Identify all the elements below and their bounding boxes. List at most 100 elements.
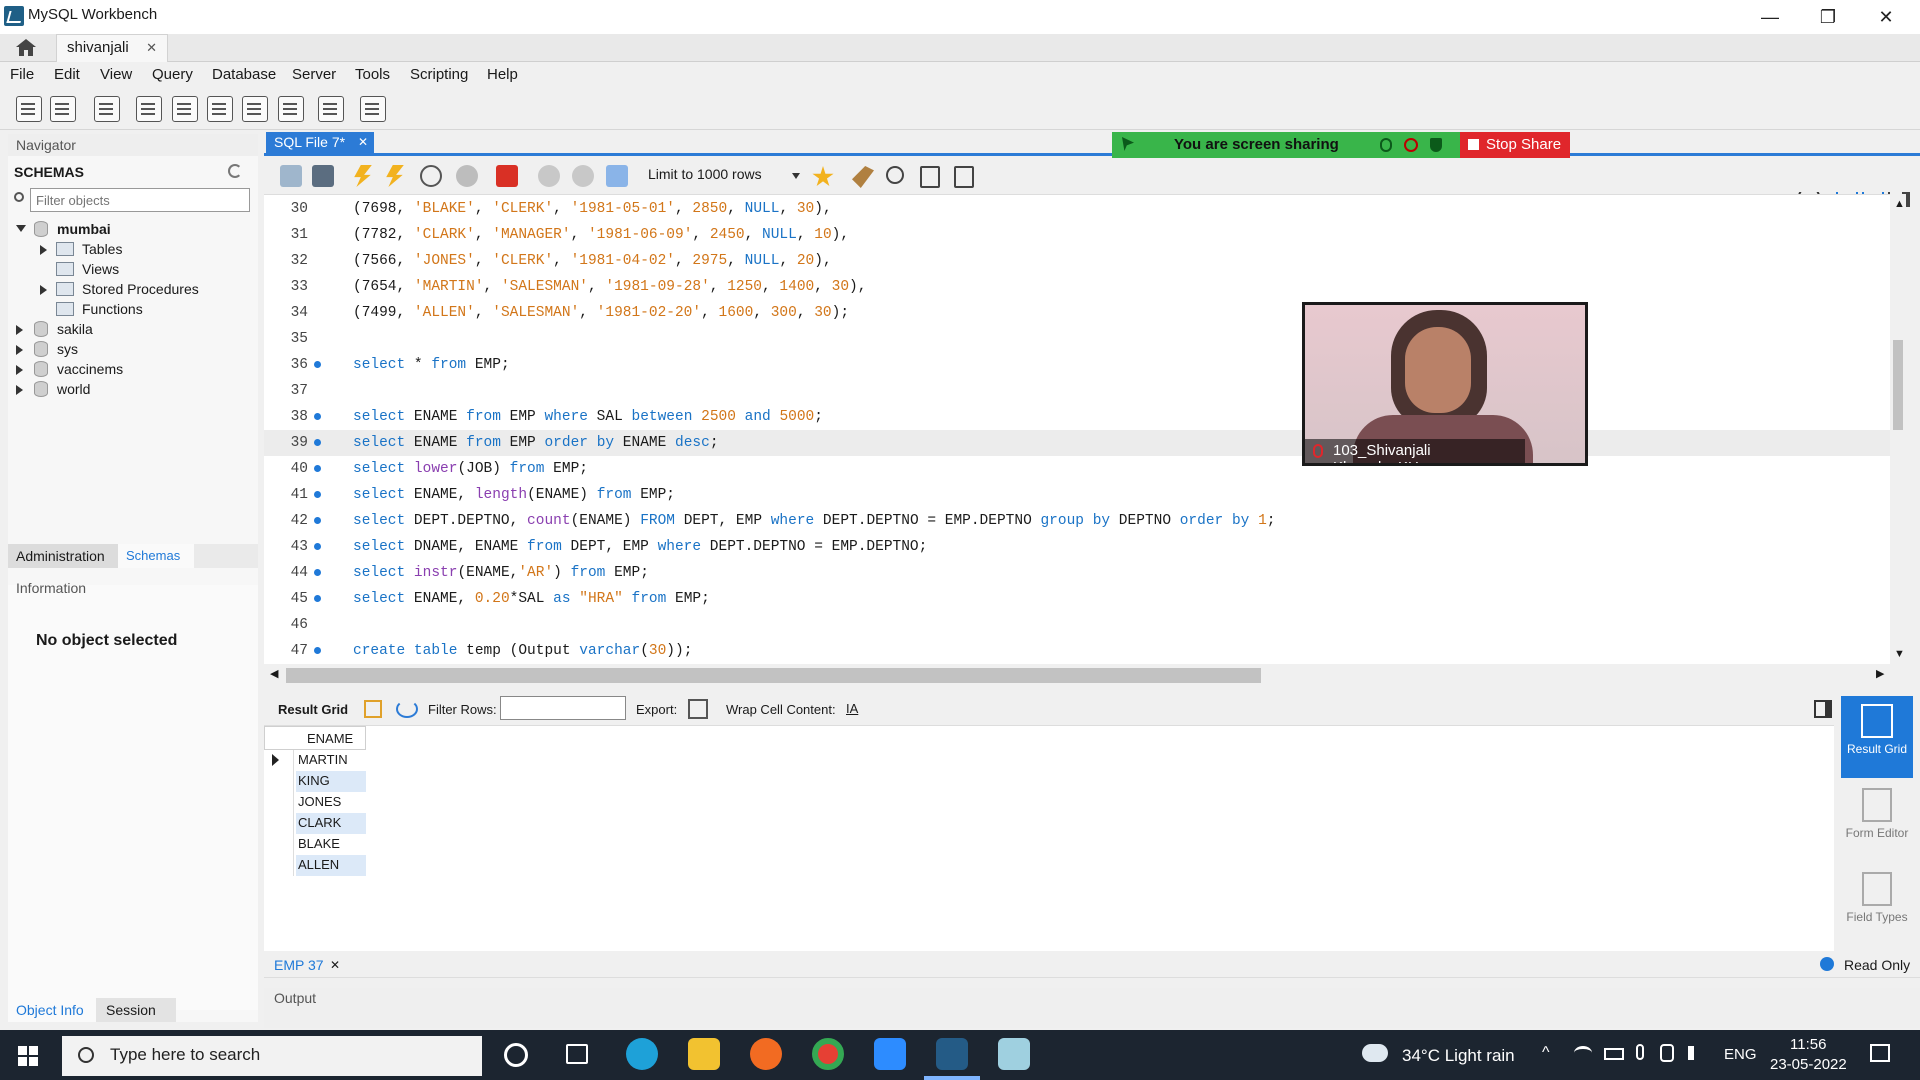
filter-objects-input[interactable] [30, 188, 250, 212]
notepad-icon[interactable] [998, 1038, 1030, 1070]
connection-tab[interactable]: shivanjali ✕ [56, 34, 168, 62]
microphone-icon[interactable] [1636, 1044, 1644, 1060]
editor-horizontal-scroll-thumb[interactable] [286, 668, 1261, 683]
tree-stored-procedures[interactable]: Stored Procedures [82, 281, 199, 297]
form-editor-button[interactable]: Form Editor [1841, 784, 1913, 866]
code-line[interactable]: 43 select DNAME, ENAME from DEPT, EMP whe… [264, 534, 1896, 560]
zoom-icon[interactable] [874, 1038, 906, 1070]
chevron-up-icon[interactable]: ^ [1542, 1044, 1550, 1062]
grid-cell[interactable]: KING [296, 771, 366, 792]
code-line[interactable]: 44 select instr(ENAME,'AR') from EMP; [264, 560, 1896, 586]
grid-cell[interactable]: MARTIN [296, 750, 366, 771]
menu-file[interactable]: File [10, 66, 34, 83]
file-explorer-icon[interactable] [688, 1038, 720, 1070]
cortana-icon[interactable] [504, 1043, 528, 1067]
toggle-stop-on-error-icon[interactable] [496, 165, 518, 187]
menu-help[interactable]: Help [487, 66, 518, 83]
grid-column-header[interactable]: ENAME [264, 726, 366, 750]
code-line[interactable]: 31 (7782, 'CLARK', 'MANAGER', '1981-06-09… [264, 222, 1896, 248]
table-row[interactable]: BLAKE [264, 834, 366, 855]
reconnect-icon[interactable] [360, 96, 386, 122]
wrap-lines-icon[interactable] [954, 166, 974, 188]
open-sql-script-icon[interactable] [50, 96, 76, 122]
code-line[interactable]: 34 (7499, 'ALLEN', 'SALESMAN', '1981-02-2… [264, 300, 1896, 326]
code-line[interactable]: 41 select ENAME, length(ENAME) from EMP; [264, 482, 1896, 508]
table-row[interactable]: MARTIN [264, 750, 366, 771]
editor-vertical-scroll-thumb[interactable] [1893, 340, 1903, 430]
export-icon[interactable] [688, 699, 708, 719]
tab-schemas[interactable]: Schemas [118, 544, 194, 568]
execute-statement-icon[interactable] [386, 165, 404, 187]
code-line[interactable]: 42 select DEPT.DEPTNO, count(ENAME) FROM … [264, 508, 1896, 534]
create-view-icon[interactable] [207, 96, 233, 122]
toggle-panel-icon[interactable] [1814, 700, 1832, 718]
menu-server[interactable]: Server [292, 66, 336, 83]
schema-sys[interactable]: sys [57, 341, 78, 357]
sql-editor[interactable]: 30 (7698, 'BLAKE', 'CLERK', '1981-05-01',… [264, 194, 1896, 664]
create-schema-icon[interactable] [136, 96, 162, 122]
grid-cell[interactable]: CLARK [296, 813, 366, 834]
code-line[interactable]: 32 (7566, 'JONES', 'CLERK', '1981-04-02',… [264, 248, 1896, 274]
task-view-icon[interactable] [566, 1044, 588, 1064]
close-icon[interactable]: ✕ [146, 40, 157, 56]
clock-time[interactable]: 11:56 [1790, 1036, 1826, 1053]
schema-sakila[interactable]: sakila [57, 321, 93, 337]
schema-world[interactable]: world [57, 381, 90, 397]
wrap-cell-icon[interactable]: IA [846, 701, 858, 716]
code-line[interactable]: 45 select ENAME, 0.20*SAL as "HRA" from E… [264, 586, 1896, 612]
stop-query-icon[interactable] [456, 165, 478, 187]
camera-icon[interactable] [1660, 1044, 1674, 1062]
close-button[interactable]: ✕ [1858, 4, 1914, 30]
menu-edit[interactable]: Edit [54, 66, 80, 83]
explain-icon[interactable] [420, 165, 442, 187]
menu-scripting[interactable]: Scripting [410, 66, 468, 83]
search-icon[interactable] [886, 166, 904, 184]
notifications-icon[interactable] [1870, 1044, 1890, 1062]
row-selector[interactable] [264, 771, 294, 792]
tree-functions[interactable]: Functions [82, 301, 143, 317]
tab-sql-file[interactable]: SQL File 7* ✕ [266, 132, 374, 154]
expand-procedures-icon[interactable] [40, 285, 47, 295]
expand-sys-icon[interactable] [16, 345, 23, 355]
code-line[interactable]: 37 [264, 378, 1896, 404]
create-procedure-icon[interactable] [242, 96, 268, 122]
expand-sakila-icon[interactable] [16, 325, 23, 335]
limit-rows-select[interactable]: Limit to 1000 rows [648, 166, 800, 182]
code-line[interactable]: 33 (7654, 'MARTIN', 'SALESMAN', '1981-09-… [264, 274, 1896, 300]
edge-icon[interactable] [626, 1038, 658, 1070]
row-selector[interactable] [264, 834, 294, 855]
scroll-right-icon[interactable]: ▶ [1876, 667, 1884, 680]
code-line[interactable]: 30 (7698, 'BLAKE', 'CLERK', '1981-05-01',… [264, 196, 1896, 222]
tree-tables[interactable]: Tables [82, 241, 122, 257]
create-table-icon[interactable] [172, 96, 198, 122]
menu-tools[interactable]: Tools [355, 66, 390, 83]
grid-icon[interactable] [364, 700, 382, 718]
tab-administration[interactable]: Administration [8, 544, 118, 568]
close-icon[interactable]: ✕ [330, 958, 340, 972]
windows-start-icon[interactable] [18, 1046, 38, 1066]
row-selector[interactable] [264, 792, 294, 813]
battery-icon[interactable] [1604, 1048, 1624, 1060]
wifi-icon[interactable] [1574, 1046, 1592, 1060]
execute-icon[interactable] [354, 165, 372, 187]
expand-tables-icon[interactable] [40, 245, 47, 255]
record-icon[interactable] [1404, 138, 1418, 152]
refresh-icon[interactable] [396, 700, 418, 718]
minimize-button[interactable]: — [1742, 4, 1798, 30]
menu-database[interactable]: Database [212, 66, 276, 83]
save-icon[interactable] [312, 165, 334, 187]
code-line[interactable]: 46 [264, 612, 1896, 638]
weather-text[interactable]: 34°C Light rain [1402, 1046, 1515, 1066]
result-grid-button[interactable]: Result Grid [1841, 696, 1913, 778]
restore-button[interactable]: ❐ [1800, 4, 1856, 30]
shield-icon[interactable] [1430, 138, 1442, 152]
menu-query[interactable]: Query [152, 66, 193, 83]
schema-vaccinems[interactable]: vaccinems [57, 361, 123, 377]
new-sql-tab-icon[interactable] [16, 96, 42, 122]
expand-world-icon[interactable] [16, 385, 23, 395]
commit-icon[interactable] [538, 165, 560, 187]
code-line[interactable]: 47 create table temp (Output varchar(30))… [264, 638, 1896, 664]
table-row[interactable]: CLARK [264, 813, 366, 834]
menu-view[interactable]: View [100, 66, 132, 83]
table-row[interactable]: KING [264, 771, 366, 792]
